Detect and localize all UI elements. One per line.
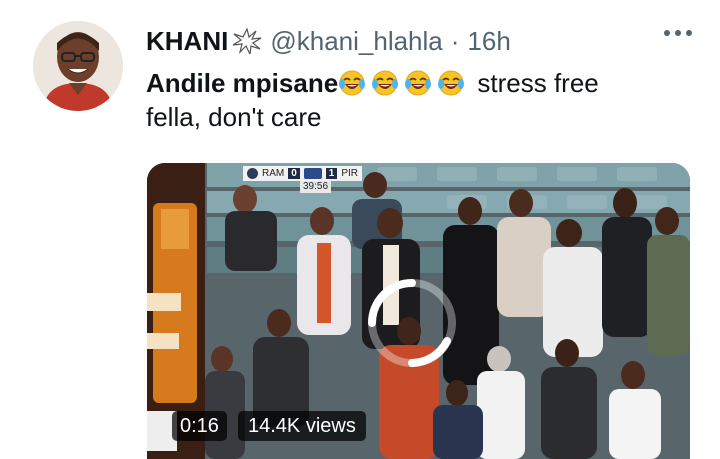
match-clock: 39:56 (300, 181, 332, 193)
tears-of-joy-emoji-icon (372, 70, 399, 96)
more-options-icon[interactable] (664, 30, 692, 36)
tweet-text-line2: fella, don't care (146, 102, 322, 132)
separator-dot: · (450, 25, 460, 56)
match-scoreboard: RAM 0 1 PIR (243, 166, 363, 181)
score-home: 0 (288, 168, 300, 179)
video-frame (147, 163, 690, 459)
team-away: PIR (341, 168, 359, 179)
video-player[interactable] (147, 163, 690, 459)
competition-logo-icon (303, 168, 322, 179)
video-views-badge: 14.4K views (238, 411, 366, 441)
team-home: RAM (262, 168, 285, 179)
video-duration-badge: 0:16 (172, 411, 227, 441)
tears-of-joy-emoji-icon (438, 70, 465, 96)
tweet-text: Andile mpisane stress free fella, don't … (146, 66, 686, 134)
author-name[interactable]: KHANI (146, 26, 228, 57)
tweet-text-bold: Andile mpisane (146, 68, 339, 98)
video-views: 14.4K views (248, 415, 356, 437)
tears-of-joy-emoji-icon (339, 70, 366, 96)
score-away: 1 (325, 168, 338, 179)
author-avatar[interactable] (33, 21, 123, 111)
avatar-image (33, 21, 123, 111)
tears-of-joy-emoji-icon (405, 70, 432, 96)
league-logo-icon (247, 168, 258, 179)
emoji-group (338, 68, 470, 98)
sparkle-badge-icon (232, 28, 262, 54)
tweet-text-rest: stress free (477, 68, 599, 98)
tweet-header: KHANI @khani_hlahla · 16h (146, 24, 511, 58)
video-duration: 0:16 (180, 415, 219, 437)
tweet-timestamp[interactable]: 16h (467, 26, 510, 57)
author-handle[interactable]: @khani_hlahla (270, 26, 442, 57)
